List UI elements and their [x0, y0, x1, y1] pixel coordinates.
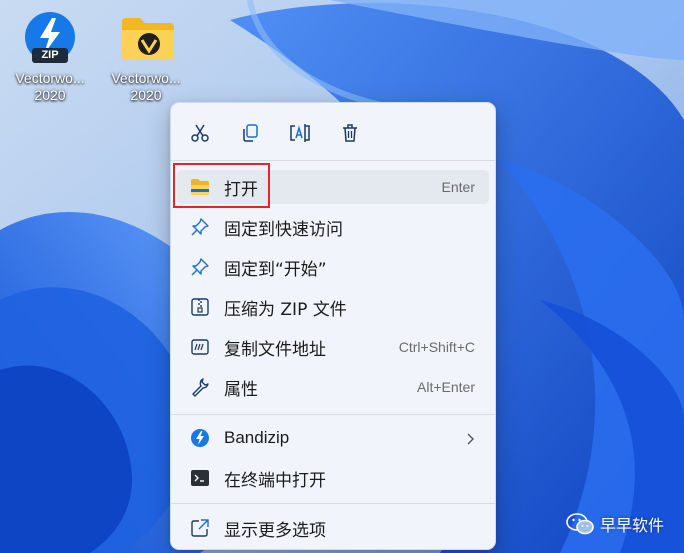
bandizip-icon [190, 428, 210, 448]
delete-button[interactable] [332, 113, 368, 153]
cut-button[interactable] [182, 113, 218, 153]
menu-item-shortcut: Ctrl+Shift+C [398, 339, 475, 355]
wechat-icon [566, 513, 594, 535]
menu-item-copy-path[interactable]: 复制文件地址 Ctrl+Shift+C [177, 330, 489, 364]
menu-item-label: 压缩为 ZIP 文件 [224, 299, 347, 320]
desktop-icon-label: Vectorwo... 2020 [100, 70, 192, 104]
separator [171, 160, 495, 161]
watermark-text: 早早软件 [600, 516, 665, 535]
watermark: 早早软件 [566, 512, 664, 536]
menu-item-compress-zip[interactable]: 压缩为 ZIP 文件 [177, 290, 489, 324]
chevron-right-icon [465, 431, 475, 450]
rename-button[interactable] [282, 113, 318, 153]
separator [171, 503, 495, 504]
menu-item-label: 复制文件地址 [224, 339, 326, 360]
menu-item-shortcut: Alt+Enter [417, 379, 475, 395]
menu-item-label: 显示更多选项 [224, 520, 326, 541]
rename-icon [290, 124, 310, 142]
menu-item-label: 固定到“开始” [224, 259, 327, 280]
pin-icon [190, 217, 210, 237]
menu-item-open-terminal[interactable]: 在终端中打开 [177, 461, 489, 495]
menu-item-label: Bandizip [224, 428, 290, 447]
cut-icon [191, 124, 209, 142]
menu-item-show-more-options[interactable]: 显示更多选项 [177, 511, 489, 545]
delete-icon [343, 124, 357, 142]
desktop-icon-name: Vectorwo... [111, 70, 181, 86]
desktop-icon-label: Vectorwo... 2020 [4, 70, 96, 104]
wrench-icon [190, 377, 210, 397]
menu-item-properties[interactable]: 属性 Alt+Enter [177, 370, 489, 404]
menu-item-pin-quick-access[interactable]: 固定到快速访问 [177, 210, 489, 244]
zip-badge-text: ZIP [41, 49, 59, 61]
desktop-icon-archive[interactable]: ZIP Vectorwo... 2020 [4, 12, 96, 104]
folder-icon [120, 12, 174, 64]
menu-item-label: 在终端中打开 [224, 470, 326, 491]
pin-icon [190, 257, 210, 277]
copy-icon [243, 124, 258, 142]
desktop-icon-name-line2: 2020 [34, 87, 66, 103]
menu-item-bandizip[interactable]: Bandizip [177, 421, 489, 455]
desktop-icon-folder[interactable]: Vectorwo... 2020 [100, 12, 192, 104]
zip-folder-icon [190, 297, 210, 317]
highlight-annotation-box [173, 163, 270, 208]
menu-item-label: 属性 [224, 379, 258, 400]
external-link-icon [190, 518, 210, 538]
bandizip-zip-icon: ZIP [24, 12, 76, 64]
menu-item-label: 固定到快速访问 [224, 219, 343, 240]
menu-item-pin-start[interactable]: 固定到“开始” [177, 250, 489, 284]
desktop-icon-name: Vectorwo... [15, 70, 85, 86]
copy-button[interactable] [232, 113, 268, 153]
separator [171, 414, 495, 415]
terminal-icon [190, 468, 210, 488]
menu-item-shortcut: Enter [441, 179, 475, 195]
copy-path-icon [190, 337, 210, 357]
context-menu-toolbar [171, 113, 495, 153]
